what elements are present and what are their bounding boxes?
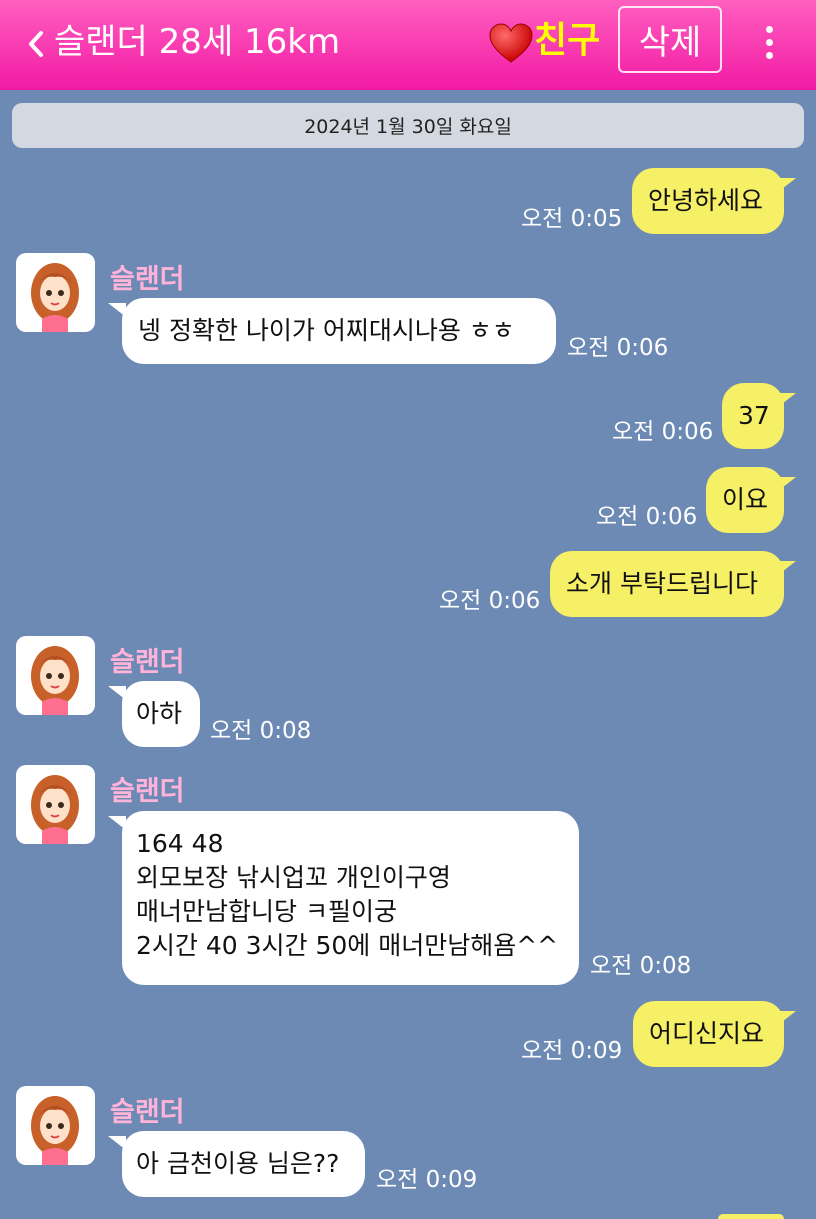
chat-title: 슬랜더 28세 16km xyxy=(54,22,341,62)
avatar-image xyxy=(31,646,79,715)
date-divider: 2024년 1월 30일 화요일 xyxy=(12,103,804,148)
message-bubble-sent-partial[interactable] xyxy=(718,1214,784,1219)
message-bubble-sent[interactable]: 소개 부탁드립니다 xyxy=(550,551,784,617)
message-text: 어디신지요 xyxy=(649,1019,765,1048)
message-time: 오전 0:06 xyxy=(439,588,541,614)
message-text: 아하 xyxy=(136,699,183,728)
message-bubble-received[interactable]: 아하 xyxy=(122,681,200,747)
avatar[interactable] xyxy=(16,636,95,715)
bubble-tail xyxy=(778,178,796,192)
message-line: 매너만남합니당 ㅋ필이궁 xyxy=(136,897,397,926)
sender-name: 슬랜더 xyxy=(110,1097,185,1128)
message-bubble-sent[interactable]: 이요 xyxy=(706,467,784,533)
message-time: 오전 0:06 xyxy=(567,335,669,361)
bubble-tail xyxy=(778,393,796,407)
message-time: 오전 0:08 xyxy=(590,953,692,979)
avatar[interactable] xyxy=(16,765,95,844)
message-bubble-received[interactable]: 164 48 외모보장 낚시업꼬 개인이구영 매너만남합니당 ㅋ필이궁 2시간 … xyxy=(122,811,579,985)
heart-icon xyxy=(488,22,534,66)
message-time: 오전 0:06 xyxy=(612,419,714,445)
message-text: 넹 정확한 나이가 어찌대시나용 ㅎㅎ xyxy=(138,316,515,345)
back-icon[interactable] xyxy=(14,22,58,66)
message-line: 2시간 40 3시간 50에 매너만남해욤^^ xyxy=(136,931,559,960)
avatar-image xyxy=(31,1096,79,1165)
sender-name: 슬랜더 xyxy=(110,776,185,807)
message-text: 이요 xyxy=(722,485,769,514)
message-bubble-sent[interactable]: 37 xyxy=(722,383,784,449)
avatar-image xyxy=(31,263,79,332)
message-bubble-received[interactable]: 아 금천이용 님은?? xyxy=(122,1131,365,1197)
message-text: 소개 부탁드립니다 xyxy=(566,569,758,598)
avatar[interactable] xyxy=(16,1086,95,1165)
sender-name: 슬랜더 xyxy=(110,264,185,295)
message-time: 오전 0:09 xyxy=(521,1038,623,1064)
message-time: 오전 0:08 xyxy=(210,718,312,744)
message-time: 오전 0:09 xyxy=(376,1167,478,1193)
avatar[interactable] xyxy=(16,253,95,332)
message-bubble-received[interactable]: 넹 정확한 나이가 어찌대시나용 ㅎㅎ xyxy=(122,298,556,364)
message-text: 안녕하세요 xyxy=(648,186,764,215)
bubble-tail xyxy=(778,561,796,575)
delete-button[interactable]: 삭제 xyxy=(618,6,722,73)
chat-header: 슬랜더 28세 16km 친구 삭제 xyxy=(0,0,816,90)
sender-name: 슬랜더 xyxy=(110,647,185,678)
bubble-tail xyxy=(778,477,796,491)
message-line: 164 48 xyxy=(136,829,224,858)
friend-label[interactable]: 친구 xyxy=(534,18,600,64)
message-line: 외모보장 낚시업꼬 개인이구영 xyxy=(136,863,451,892)
message-time: 오전 0:05 xyxy=(521,206,623,232)
message-bubble-sent[interactable]: 어디신지요 xyxy=(633,1001,784,1067)
message-bubble-sent[interactable]: 안녕하세요 xyxy=(632,168,784,234)
bubble-tail xyxy=(778,1011,796,1025)
avatar-image xyxy=(31,775,79,844)
more-options-icon[interactable] xyxy=(752,20,786,64)
message-time: 오전 0:06 xyxy=(596,504,698,530)
message-text: 아 금천이용 님은?? xyxy=(136,1149,340,1178)
message-text: 37 xyxy=(738,401,770,430)
